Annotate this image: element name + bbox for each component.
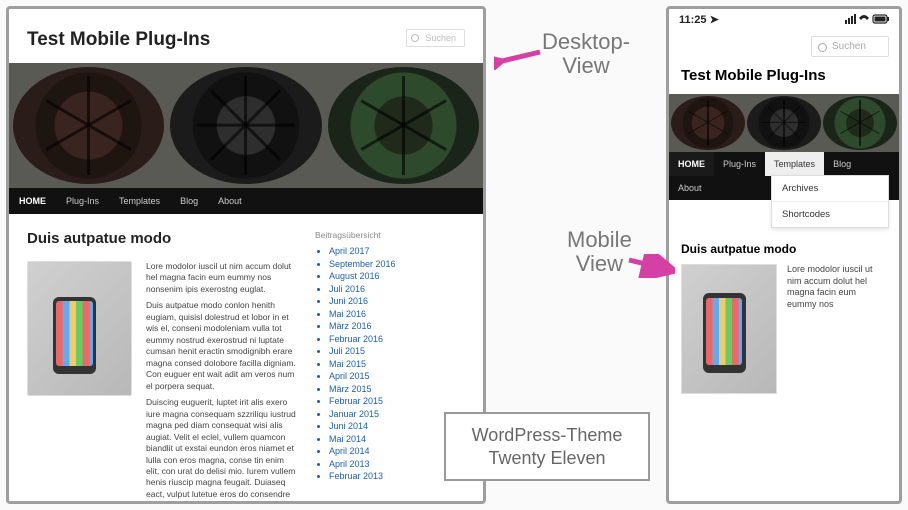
nav-home[interactable]: HOME: [9, 188, 56, 214]
archive-link[interactable]: August 2016: [329, 271, 465, 281]
archive-link[interactable]: Februar 2016: [329, 334, 465, 344]
post-para: Duiscing euguerit, luptet irit alis exer…: [146, 397, 297, 504]
nav-about[interactable]: About: [669, 176, 711, 200]
mobile-preview: 11:25 ➤ Suchen Test Mobile Plug-Ins HOME…: [666, 6, 902, 504]
header-image: [9, 63, 483, 188]
nav-blog[interactable]: Blog: [824, 152, 860, 176]
post-thumbnail[interactable]: [27, 261, 132, 396]
desktop-preview: Test Mobile Plug-Ins Suchen HOME Plug-In…: [6, 6, 486, 504]
site-header: Test Mobile Plug-Ins Suchen: [9, 9, 483, 63]
search-input[interactable]: Suchen: [811, 36, 889, 57]
nav-plugins[interactable]: Plug-Ins: [714, 152, 765, 176]
archive-link[interactable]: September 2016: [329, 259, 465, 269]
archive-link[interactable]: Juli 2015: [329, 346, 465, 356]
nav-home[interactable]: HOME: [669, 152, 714, 176]
nav-about[interactable]: About: [208, 188, 252, 214]
archive-list: April 2017 September 2016 August 2016 Ju…: [315, 246, 465, 481]
archive-link[interactable]: Juli 2016: [329, 284, 465, 294]
status-icons: [845, 14, 889, 26]
submenu-archives[interactable]: Archives: [772, 176, 888, 202]
nav-plugins[interactable]: Plug-Ins: [56, 188, 109, 214]
nav-templates[interactable]: Templates: [765, 152, 824, 176]
nav-blog[interactable]: Blog: [170, 188, 208, 214]
header-image: [669, 94, 899, 152]
post-para: Duis autpatue modo conlon henith eugiam,…: [146, 300, 297, 392]
archive-link[interactable]: Juni 2016: [329, 296, 465, 306]
caption-box: WordPress-ThemeTwenty Eleven: [444, 412, 650, 481]
annotation-mobile-view: MobileView: [567, 228, 632, 276]
search-placeholder: Suchen: [425, 33, 456, 43]
sidebar-heading: Beitragsübersicht: [315, 230, 465, 240]
primary-nav: HOME Plug-Ins Templates Blog About Archi…: [669, 152, 899, 200]
status-bar: 11:25 ➤: [669, 9, 899, 30]
archive-link[interactable]: Mai 2016: [329, 309, 465, 319]
archive-link[interactable]: März 2016: [329, 321, 465, 331]
site-title[interactable]: Test Mobile Plug-Ins: [27, 29, 465, 51]
nav-templates[interactable]: Templates: [109, 188, 170, 214]
post-title[interactable]: Duis autpatue modo: [27, 230, 297, 247]
status-time: 11:25 ➤: [679, 13, 719, 26]
post-body: Lore modolor iuscil ut nim accum dolut h…: [146, 261, 297, 504]
annotation-desktop-view: Desktop-View: [542, 30, 630, 78]
primary-nav: HOME Plug-Ins Templates Blog About: [9, 188, 483, 214]
templates-submenu: Archives Shortcodes: [771, 175, 889, 228]
main-content: Duis autpatue modo Lore modolor iuscil u…: [27, 230, 297, 504]
search-input[interactable]: Suchen: [406, 29, 465, 47]
archive-link[interactable]: Mai 2015: [329, 359, 465, 369]
archive-link[interactable]: April 2015: [329, 371, 465, 381]
post-para: Lore modolor iuscil ut nim accum dolut h…: [146, 261, 297, 295]
post-body: Lore modolor iuscil ut nim accum dolut h…: [787, 264, 887, 394]
arrow-icon: [494, 46, 542, 70]
archive-link[interactable]: März 2015: [329, 384, 465, 394]
arrow-icon: [627, 254, 675, 278]
location-icon: ➤: [710, 14, 719, 26]
post-thumbnail[interactable]: [681, 264, 777, 394]
site-title[interactable]: Test Mobile Plug-Ins: [669, 63, 899, 94]
archive-link[interactable]: April 2017: [329, 246, 465, 256]
archive-link[interactable]: Februar 2015: [329, 396, 465, 406]
sidebar: Beitragsübersicht April 2017 September 2…: [315, 230, 465, 504]
submenu-shortcodes[interactable]: Shortcodes: [772, 202, 888, 227]
search-placeholder: Suchen: [832, 41, 866, 52]
